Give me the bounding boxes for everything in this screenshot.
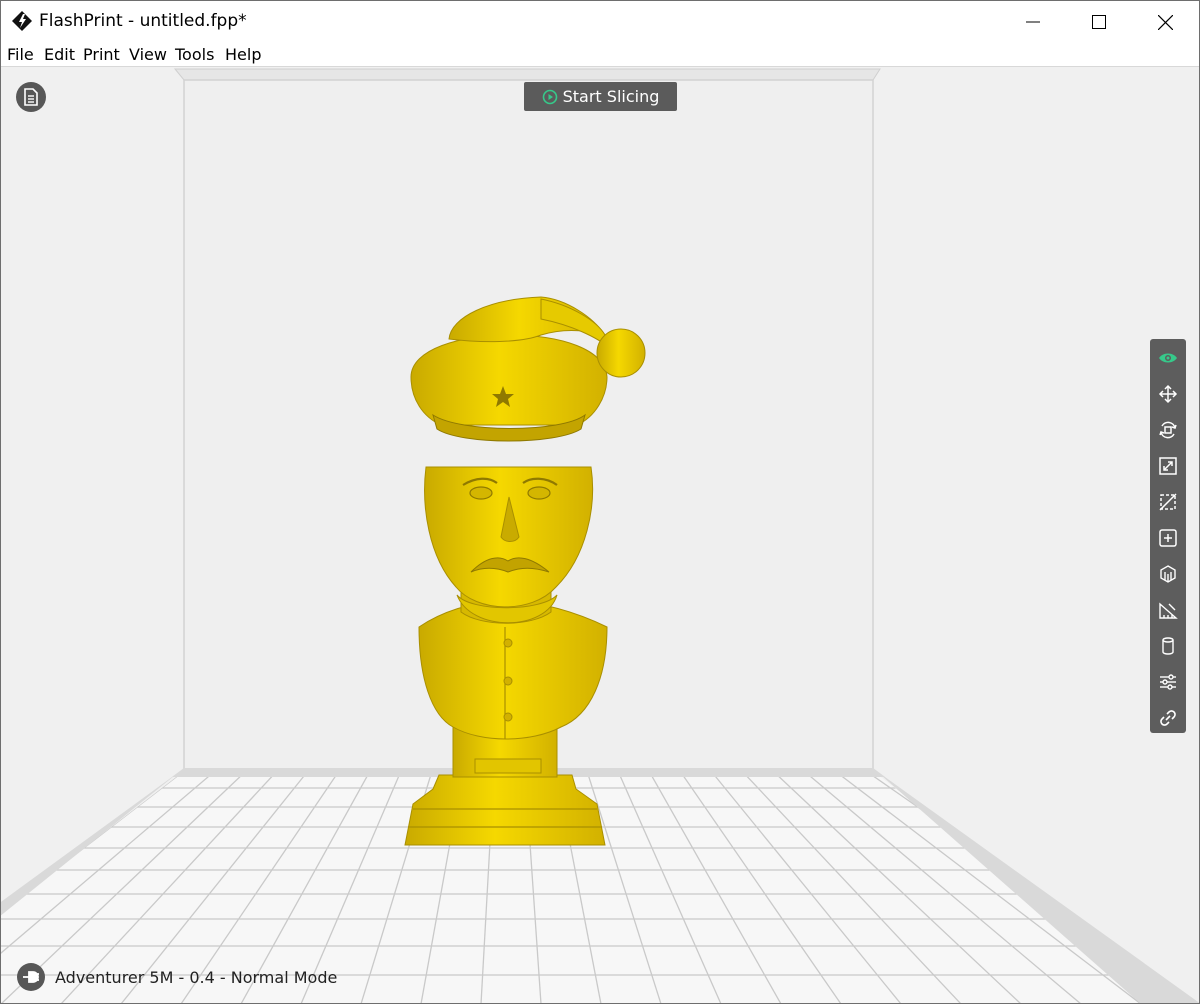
printer-connection-button[interactable] [17,963,45,991]
printer-status-text: Adventurer 5M - 0.4 - Normal Mode [55,967,338,987]
minimize-button[interactable] [1000,1,1066,43]
cut-icon [1159,493,1177,511]
tool-add-object[interactable] [1156,526,1180,550]
document-icon [24,88,38,106]
tool-view[interactable] [1156,346,1180,370]
eye-icon [1159,353,1177,363]
close-icon [1157,14,1173,30]
tool-link[interactable] [1156,706,1180,730]
maximize-button[interactable] [1066,1,1132,43]
start-slicing-label: Start Slicing [562,87,660,106]
plug-icon [23,971,39,983]
tool-scale[interactable] [1156,454,1180,478]
status-area: Adventurer 5M - 0.4 - Normal Mode [17,962,337,992]
menu-bar: File Edit Print View Tools Help [1,43,1199,66]
title-bar[interactable]: FlashPrint - untitled.fpp* [1,1,1199,43]
scale-icon [1159,457,1177,475]
move-icon [1158,384,1178,404]
supports-icon [1160,565,1176,583]
close-button[interactable] [1132,1,1198,43]
tool-measure[interactable] [1156,598,1180,622]
tool-supports[interactable] [1156,562,1180,586]
start-slicing-button[interactable]: Start Slicing [524,82,677,111]
menu-help[interactable]: Help [225,45,261,64]
link-icon [1160,710,1176,726]
menu-file[interactable]: File [7,45,34,64]
rotate-icon [1159,421,1177,439]
model-list-button[interactable] [16,82,46,112]
cylinder-icon [1162,637,1174,655]
right-toolbar [1150,339,1186,733]
build-volume-scene [1,68,1199,1003]
measure-icon [1159,602,1178,619]
minimize-icon [1026,21,1040,23]
tool-move[interactable] [1156,382,1180,406]
tool-cylinder[interactable] [1156,634,1180,658]
play-circle-icon [542,89,557,104]
tool-rotate[interactable] [1156,418,1180,442]
settings-sliders-icon [1160,674,1176,690]
menu-tools[interactable]: Tools [175,45,214,64]
menu-print[interactable]: Print [83,45,120,64]
maximize-icon [1092,15,1106,29]
app-window: FlashPrint - untitled.fpp* File Edit Pri… [0,0,1200,1004]
3d-viewport[interactable]: Start Slicing Adventurer 5M - 0.4 - Norm… [1,66,1199,1003]
flashprint-logo-icon [11,10,33,32]
menu-view[interactable]: View [129,45,167,64]
tool-cut[interactable] [1156,490,1180,514]
tool-settings[interactable] [1156,670,1180,694]
menu-edit[interactable]: Edit [44,45,75,64]
add-object-icon [1159,529,1177,547]
window-title: FlashPrint - untitled.fpp* [39,11,247,31]
